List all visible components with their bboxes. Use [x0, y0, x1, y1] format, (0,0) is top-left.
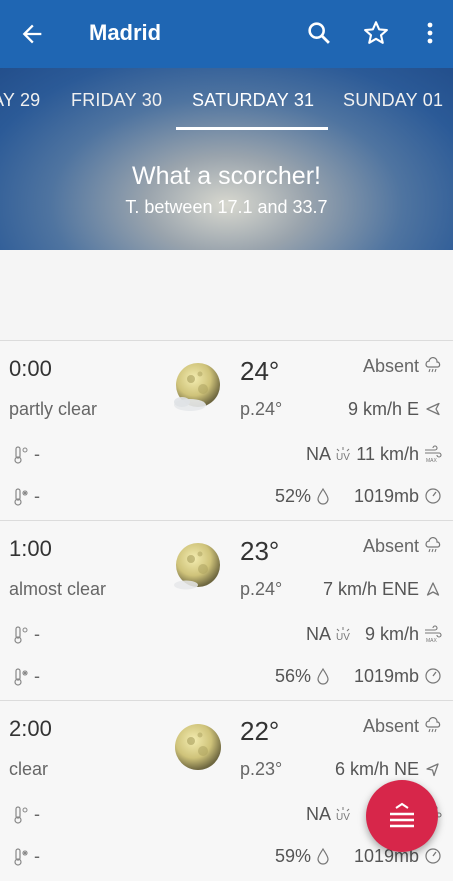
svg-text:UV: UV	[336, 452, 350, 463]
thermometer-icon	[14, 446, 28, 464]
sky-description: almost clear	[9, 579, 107, 599]
hour-time: 2:00	[9, 716, 52, 741]
star-outline-icon[interactable]	[362, 19, 390, 47]
svg-text:UV: UV	[336, 812, 350, 823]
sky-description: partly clear	[9, 399, 98, 419]
more-vertical-icon[interactable]	[420, 19, 440, 47]
page-title: Madrid	[89, 20, 162, 45]
tab-thursday[interactable]: AY 29	[0, 90, 40, 111]
wind-gust-icon: MAX	[425, 445, 442, 463]
temperature: 23°	[240, 536, 280, 566]
rain-cloud-icon	[425, 717, 441, 733]
moon-icon	[175, 724, 221, 770]
wind: 6 km/h NE	[334, 759, 419, 779]
pressure-gauge-icon	[425, 848, 441, 864]
hour-time: 0:00	[9, 356, 52, 381]
wind-chill-value: -	[34, 486, 40, 506]
feels-like: p.24°	[240, 579, 283, 599]
precipitation: Absent	[362, 716, 419, 736]
pressure-gauge-icon	[425, 488, 441, 504]
humidity-drop-icon	[317, 847, 329, 865]
wind-gust: 11 km/h	[356, 444, 419, 464]
wind-chill-value: -	[34, 666, 40, 686]
humidity: 56%	[274, 666, 311, 686]
day-header: AY 29 FRIDAY 30 SATURDAY 31 SUNDAY 01 Wh…	[0, 68, 453, 250]
humidity: 52%	[274, 486, 311, 506]
feels-like: p.23°	[240, 759, 283, 779]
temperature: 22°	[240, 716, 280, 746]
tab-saturday[interactable]: SATURDAY 31	[192, 90, 314, 111]
uv-icon: UV	[336, 627, 350, 643]
tab-sunday[interactable]: SUNDAY 01	[343, 90, 443, 111]
feels-like: p.24°	[240, 399, 283, 419]
svg-text:MAX: MAX	[426, 458, 438, 463]
sky-description: clear	[9, 759, 49, 779]
search-icon[interactable]	[305, 19, 333, 47]
wind-direction-icon	[426, 582, 440, 596]
temperature-range: T. between 17.1 and 33.7	[125, 197, 328, 217]
rain-cloud-icon	[425, 357, 441, 373]
pressure: 1019mb	[353, 486, 419, 506]
moon-cloud-icon	[174, 543, 220, 590]
wind: 7 km/h ENE	[322, 579, 419, 599]
dew-point-value: -	[34, 804, 40, 824]
pressure-gauge-icon	[425, 668, 441, 684]
thermometer-icon	[14, 626, 28, 644]
wind-chill-value: -	[34, 846, 40, 866]
pressure: 1019mb	[353, 666, 419, 686]
thermometer-snow-icon	[14, 848, 28, 866]
selected-tab-indicator	[176, 127, 328, 130]
rain-cloud-icon	[425, 537, 441, 553]
hourly-row[interactable]: 1:00 almost clear 23° p.24° Absent 7 km/…	[0, 520, 453, 701]
thermometer-snow-icon	[14, 488, 28, 506]
hour-time: 1:00	[9, 536, 52, 561]
uv-icon: UV	[336, 447, 350, 463]
wind-gust-icon: MAX	[425, 625, 442, 643]
dew-point-value: -	[34, 444, 40, 464]
wind: 9 km/h E	[347, 399, 419, 419]
humidity-drop-icon	[317, 667, 329, 685]
wind-direction-icon	[426, 402, 440, 416]
tab-friday[interactable]: FRIDAY 30	[71, 90, 162, 111]
sort-fab-button[interactable]	[366, 780, 438, 852]
uv-icon: UV	[336, 807, 350, 823]
wind-direction-icon	[426, 763, 439, 777]
temperature: 24°	[240, 356, 280, 386]
uv-index: NA	[305, 444, 331, 464]
humidity: 59%	[274, 846, 311, 866]
wind-gust: 9 km/h	[364, 624, 419, 644]
dew-point-value: -	[34, 624, 40, 644]
sort-menu-icon	[390, 802, 414, 828]
back-arrow-icon[interactable]	[18, 20, 46, 48]
svg-text:MAX: MAX	[426, 638, 438, 643]
precipitation: Absent	[362, 536, 419, 556]
svg-text:UV: UV	[336, 632, 350, 643]
hourly-row[interactable]: 0:00 partly clear 24° p.24° Absent 9 km/…	[0, 340, 453, 521]
app-bar: Madrid	[0, 0, 453, 68]
precipitation: Absent	[362, 356, 419, 376]
thermometer-icon	[14, 806, 28, 824]
humidity-drop-icon	[317, 487, 329, 505]
spacer-area	[0, 250, 453, 340]
thermometer-snow-icon	[14, 668, 28, 686]
uv-index: NA	[305, 624, 331, 644]
uv-index: NA	[305, 804, 331, 824]
day-headline: What a scorcher!	[132, 162, 321, 190]
moon-cloud-icon	[174, 363, 220, 411]
